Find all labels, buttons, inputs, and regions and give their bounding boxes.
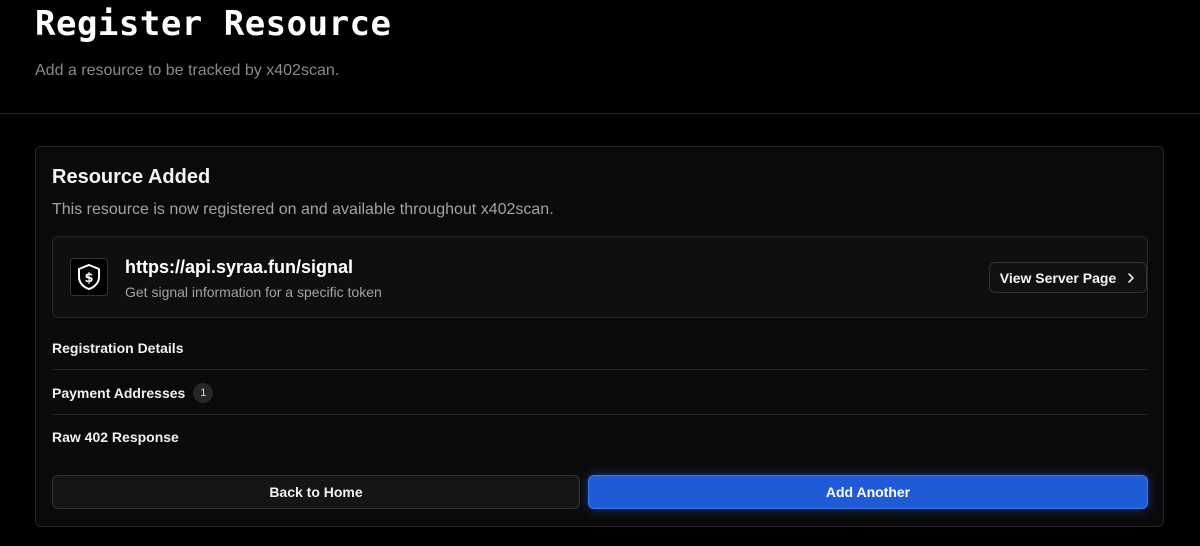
back-to-home-button[interactable]: Back to Home [52,475,580,509]
card-title: Resource Added [52,166,211,188]
payment-addresses-section[interactable]: Payment Addresses 1 [52,371,1148,415]
resource-added-card: Resource Added This resource is now regi… [35,146,1164,527]
page-header: Register Resource Add a resource to be t… [0,0,1200,114]
page-title: Register Resource [35,4,392,44]
payment-addresses-count-badge: 1 [193,382,214,403]
add-another-button[interactable]: Add Another [588,475,1148,509]
dollar-shield-icon: $ [70,258,108,296]
registration-details-label: Registration Details [52,339,184,356]
registration-details-section[interactable]: Registration Details [52,326,1148,370]
payment-addresses-label: Payment Addresses [52,384,186,401]
view-server-page-button[interactable]: View Server Page [989,262,1147,293]
card-description: This resource is now registered on and a… [52,201,554,218]
resource-description: Get signal information for a specific to… [125,284,382,300]
view-server-page-label: View Server Page [999,269,1117,286]
raw-402-response-section[interactable]: Raw 402 Response [52,415,1148,459]
resource-summary: $ https://api.syraa.fun/signal Get signa… [52,236,1148,318]
resource-url: https://api.syraa.fun/signal [125,257,354,277]
page-subtitle: Add a resource to be tracked by x402scan… [35,62,340,79]
svg-text:$: $ [84,271,93,286]
chevron-right-icon [1128,272,1135,283]
raw-402-response-label: Raw 402 Response [52,429,179,445]
